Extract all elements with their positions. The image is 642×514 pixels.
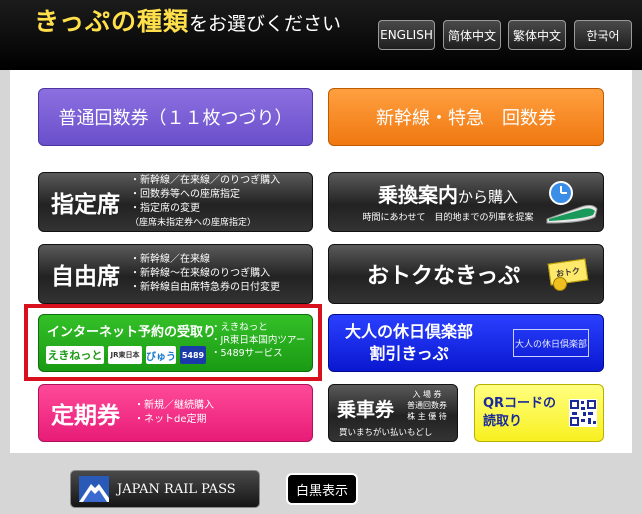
page-title-sub: をお選びください [189,13,342,35]
qr-code-label-2: 読取り [483,414,523,429]
transfer-guide-sub: 時間にあわせて 目的地までの列車を提案 [362,212,534,223]
commuter-pass-note: ・新規／継続購入 [134,400,214,411]
jr-east-tour-logo: JR東日本 [108,346,142,364]
view-logo: びゅう [146,346,176,364]
unreserved-seat-note: ・新幹線自由席特急券の日付変更 [130,282,280,293]
internet-reservation-note: ・JR東日本国内ツアー [211,335,306,346]
otona-club-label-1: 大人の休日倶楽部 [345,322,474,341]
value-tickets-label: おトクなきっぷ [367,264,521,289]
unreserved-seat-note: ・新幹線～在来線のりつぎ購入 [130,268,271,279]
passenger-ticket-label: 乗車券 [337,399,395,421]
qr-code-text: QRコードの 読取り [483,395,556,431]
kaisu-ticket-button[interactable]: 普通回数券（１１枚つづり） [38,88,313,146]
commuter-pass-note: ・ネットde定期 [134,414,207,425]
service-5489-logo: 5489 [180,346,206,364]
commuter-pass-button[interactable]: 定期券 ・新規／継続購入 ・ネットde定期 [38,384,313,442]
reserved-seat-note: ・回数券等への座席指定 [130,189,240,200]
internet-reservation-note: ・5489サービス [211,348,283,359]
internet-reservation-note: ・えきねっと [211,322,268,333]
reserved-seat-note: （座席未指定券への座席指定） [130,218,257,228]
unreserved-seat-notes: ・新幹線／在来線 ・新幹線～在来線のりつぎ購入 ・新幹線自由席特急券の日付変更 [130,253,280,295]
shinkansen-kaisu-label: 新幹線・特急 回数券 [376,108,556,129]
kaisu-ticket-label: 普通回数券（１１枚つづり） [58,108,293,129]
internet-reservation-notes: ・えきねっと ・JR東日本国内ツアー ・5489サービス [211,321,305,360]
page-title-main: きっぷの種類 [34,7,190,36]
transfer-guide-suffix: から購入 [457,187,518,206]
commuter-pass-notes: ・新規／継続購入 ・ネットde定期 [134,399,214,427]
passenger-ticket-side-line: 入 場 券 [412,390,442,399]
internet-reservation-label: インターネット予約の受取り [47,325,217,340]
mount-fuji-icon [79,476,109,502]
reserved-seat-note: ・新幹線／在来線／のりつぎ購入 [130,175,281,186]
transfer-guide-text: 乗換案内から購入 時間にあわせて 目的地までの列車を提案 [353,182,543,223]
unreserved-seat-label: 自由席 [51,264,120,290]
monochrome-display-button[interactable]: 白黒表示 [286,473,358,505]
passenger-ticket-side: 入 場 券 普通回数券 株 主 優 待 [407,389,447,422]
passenger-ticket-refund: 買いまちがい払いもどし [339,428,433,438]
reserved-seat-note: ・指定席の変更 [130,203,200,214]
japan-rail-pass-label: JAPAN RAIL PASS [117,481,236,497]
otoku-ticket-icon: おトク [545,257,591,293]
transfer-guide-label: 乗換案内 [377,182,458,207]
coin-icon [553,277,567,291]
passenger-ticket-button[interactable]: 乗車券 入 場 券 普通回数券 株 主 優 待 買いまちがい払いもどし [328,384,458,442]
shinkansen-clock-icon [546,181,598,224]
lang-simplified-chinese-button[interactable]: 简体中文 [443,20,501,50]
reserved-seat-notes: ・新幹線／在来線／のりつぎ購入 ・回数券等への座席指定 ・指定席の変更 （座席未… [130,174,280,230]
unreserved-seat-button[interactable]: 自由席 ・新幹線／在来線 ・新幹線～在来線のりつぎ購入 ・新幹線自由席特急券の日… [38,244,313,304]
unreserved-seat-note: ・新幹線／在来線 [130,254,210,265]
commuter-pass-label: 定期券 [51,403,120,429]
transfer-guide-button[interactable]: 乗換案内から購入 時間にあわせて 目的地までの列車を提案 [328,172,604,232]
qr-code-icon [569,399,597,427]
qr-code-button[interactable]: QRコードの 読取り [474,384,604,442]
otona-club-button[interactable]: 大人の休日倶楽部 割引きっぷ 大人の休日倶楽部 [328,314,604,372]
otona-club-label-2: 割引きっぷ [369,344,449,363]
reserved-seat-label: 指定席 [51,192,120,218]
otona-club-text: 大人の休日倶楽部 割引きっぷ [345,321,473,365]
shinkansen-kaisu-button[interactable]: 新幹線・特急 回数券 [328,88,604,146]
japan-rail-pass-button[interactable]: JAPAN RAIL PASS [70,470,260,508]
page-title: きっぷの種類をお選びください [34,6,341,41]
passenger-ticket-side-line: 株 主 優 待 [407,412,447,421]
qr-code-label-1: QRコードの [483,396,557,411]
otona-club-logo: 大人の休日倶楽部 [513,329,589,357]
passenger-ticket-side-line: 普通回数券 [407,401,447,410]
ekinet-logo: えきねっと [46,346,104,364]
reserved-seat-button[interactable]: 指定席 ・新幹線／在来線／のりつぎ購入 ・回数券等への座席指定 ・指定席の変更 … [38,172,313,232]
lang-traditional-chinese-button[interactable]: 繁体中文 [508,20,566,50]
value-tickets-button[interactable]: おトクなきっぷ おトク [328,244,604,304]
lang-korean-button[interactable]: 한국어 [574,20,632,50]
lang-english-button[interactable]: ENGLISH [378,20,435,50]
